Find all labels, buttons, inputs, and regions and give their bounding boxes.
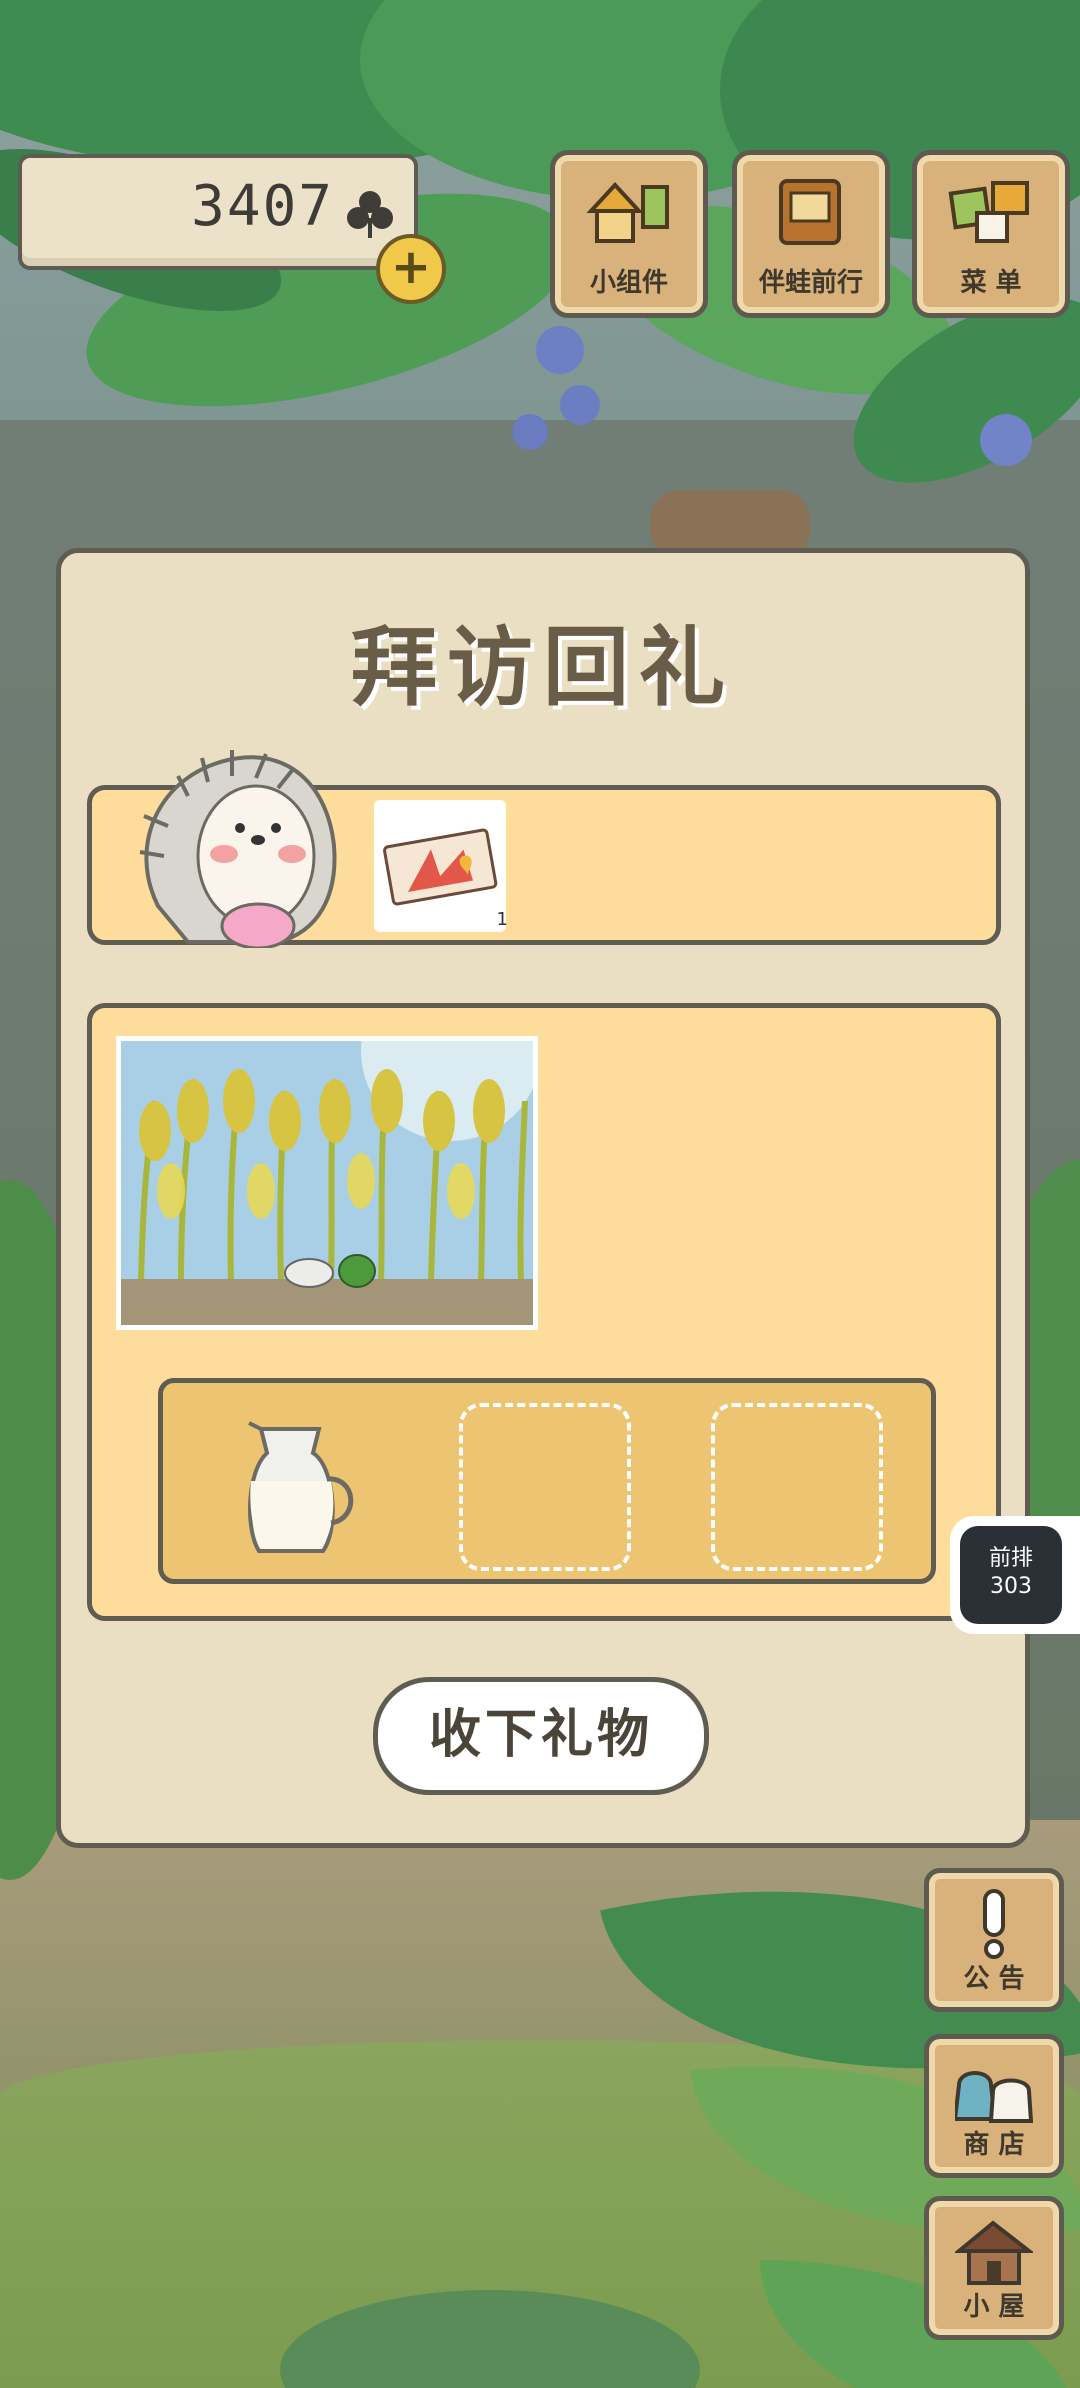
queue-badge-inner: 前排 303 <box>960 1526 1062 1624</box>
house-icon <box>955 2220 1033 2285</box>
queue-badge[interactable]: 前排 303 <box>950 1516 1080 1634</box>
clover-counter: 3407 <box>18 154 418 270</box>
clover-count: 3407 <box>191 174 334 239</box>
wheat-field-photo <box>121 1041 533 1325</box>
book-icon <box>779 179 841 245</box>
dialog-title: 拜访回礼 <box>351 618 735 718</box>
return-gift-dialog: 拜访回礼 1 收下礼物 <box>56 548 1030 1848</box>
menu-label: 菜 单 <box>960 268 1022 298</box>
announcement-label: 公 告 <box>963 1964 1025 1994</box>
house-button[interactable]: 小 屋 <box>924 2196 1064 2340</box>
shop-bags-icon <box>955 2071 1033 2123</box>
ticket-count: 1 <box>496 909 508 930</box>
widget-label: 小组件 <box>589 268 668 298</box>
visitor-reward-strip: 1 <box>87 750 1001 948</box>
shop-button[interactable]: 商 店 <box>924 2034 1064 2178</box>
milk-jug-icon[interactable] <box>231 1419 361 1559</box>
widget-button[interactable]: 小组件 <box>550 150 708 318</box>
accept-gift-button[interactable]: 收下礼物 <box>373 1677 709 1795</box>
hedgehog-visitor <box>139 750 337 948</box>
ticket-icon <box>383 828 498 906</box>
gift-item-tray <box>158 1378 936 1584</box>
souvenir-photo[interactable] <box>116 1036 538 1330</box>
house-label: 小 屋 <box>963 2292 1025 2322</box>
menu-button[interactable]: 菜 单 <box>912 150 1070 318</box>
queue-label: 前排 <box>988 1546 1033 1571</box>
queue-number: 303 <box>990 1574 1032 1599</box>
widget-icon <box>586 182 669 243</box>
journey-button[interactable]: 伴蛙前行 <box>732 150 890 318</box>
souvenir-panel <box>87 1003 1001 1621</box>
ticket-reward: 1 <box>374 800 508 932</box>
announcement-button[interactable]: 公 告 <box>924 1868 1064 2012</box>
shop-label: 商 店 <box>963 2130 1025 2160</box>
clover-icon <box>347 191 393 238</box>
exclamation-icon <box>983 1889 1005 1959</box>
journey-label: 伴蛙前行 <box>758 268 863 298</box>
menu-icon <box>948 181 1029 243</box>
empty-gift-slot <box>711 1403 883 1571</box>
add-clover-button[interactable]: + <box>376 234 446 304</box>
empty-gift-slot <box>459 1403 631 1571</box>
